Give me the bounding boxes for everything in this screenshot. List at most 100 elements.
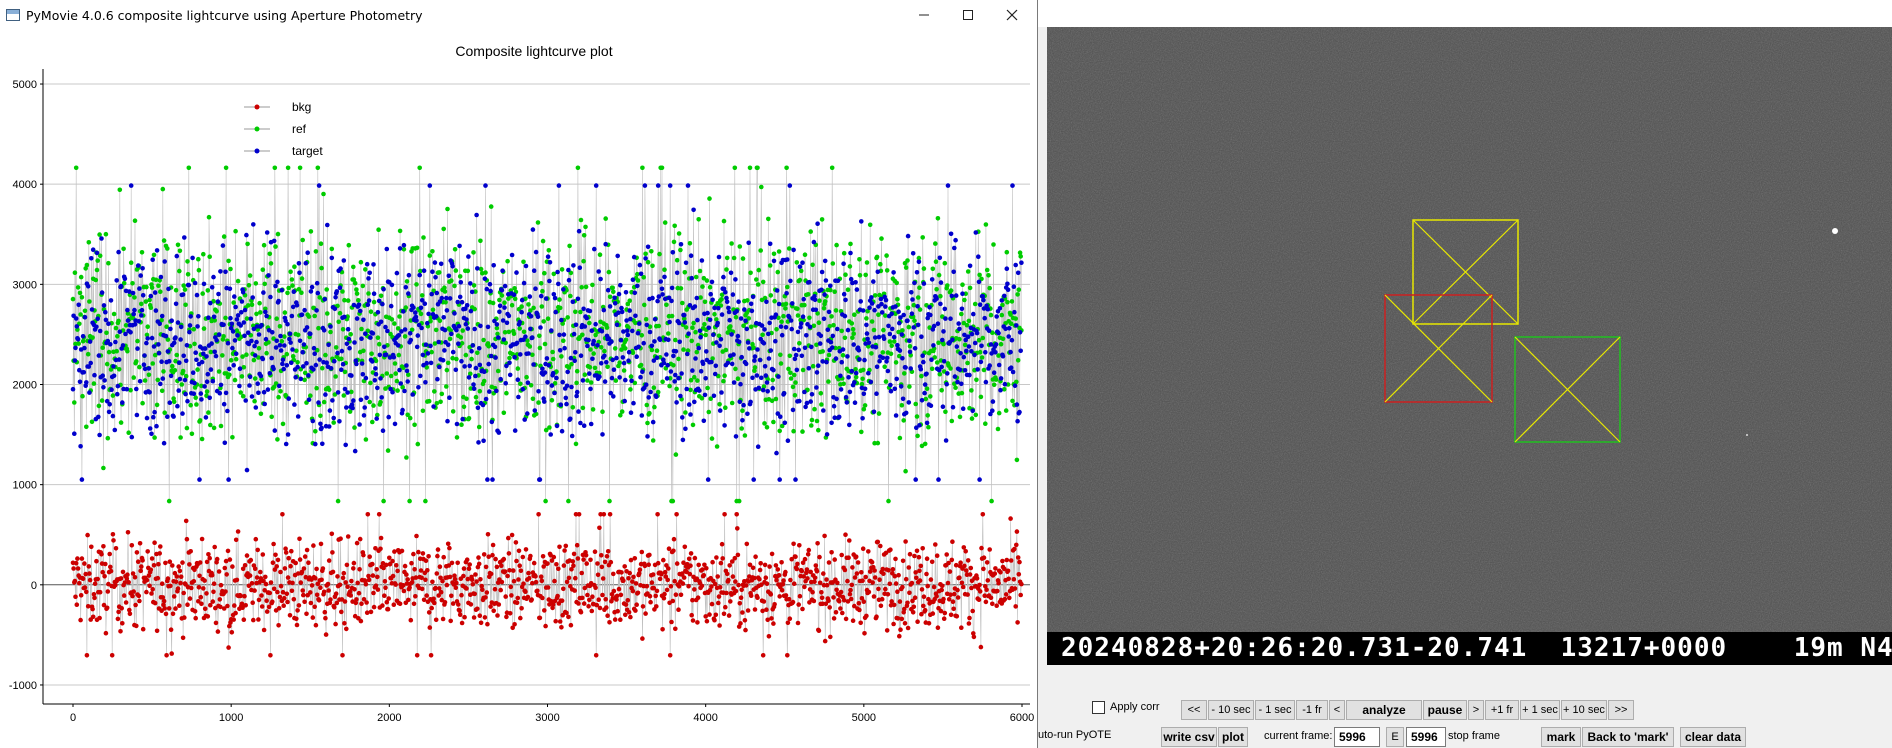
data-point — [831, 595, 836, 600]
data-point — [773, 338, 778, 344]
data-point — [590, 594, 595, 599]
data-point — [864, 316, 869, 321]
maximize-button[interactable] — [946, 0, 990, 31]
data-point — [324, 287, 330, 292]
plus-1-frame-button[interactable]: +1 fr — [1485, 700, 1519, 720]
pause-button[interactable]: pause — [1423, 700, 1467, 720]
data-point — [871, 409, 877, 415]
first-frame-button[interactable]: << — [1181, 700, 1207, 720]
data-point — [779, 588, 785, 593]
minus-10-sec-button[interactable]: - 10 sec — [1208, 700, 1254, 720]
data-point — [108, 342, 113, 347]
plus-1-sec-button[interactable]: + 1 sec — [1520, 700, 1560, 720]
data-point — [846, 375, 851, 380]
data-point — [103, 317, 109, 323]
data-point — [768, 348, 774, 353]
data-point — [778, 324, 784, 329]
data-point — [893, 413, 899, 418]
data-point — [786, 596, 792, 602]
back-to-mark-button[interactable]: Back to 'mark' — [1582, 727, 1674, 747]
data-point — [935, 216, 941, 221]
apply-corr-checkbox[interactable] — [1092, 701, 1105, 714]
data-point — [264, 598, 269, 603]
minimize-button[interactable] — [902, 0, 946, 31]
data-point — [162, 259, 167, 264]
write-csv-button[interactable]: write csv — [1161, 727, 1217, 747]
auto-run-pyote-label[interactable]: uto-run PyOTE — [1038, 729, 1111, 741]
data-point — [523, 263, 529, 269]
data-point — [256, 597, 262, 603]
data-point — [966, 621, 972, 626]
data-point — [216, 291, 221, 297]
data-point — [757, 576, 762, 582]
plot-button[interactable]: plot — [1218, 727, 1248, 747]
data-point — [435, 547, 441, 552]
current-frame-field[interactable]: 5996 — [1334, 727, 1380, 747]
data-point — [540, 595, 545, 601]
stop-frame-field[interactable]: 5996 — [1406, 727, 1446, 747]
data-point — [945, 183, 951, 188]
data-point — [753, 554, 758, 559]
close-button[interactable] — [990, 0, 1034, 31]
data-point — [432, 600, 437, 606]
e-button[interactable]: E — [1386, 727, 1404, 747]
data-point — [196, 585, 202, 590]
prev-button[interactable]: < — [1329, 700, 1345, 720]
data-point — [686, 402, 692, 407]
last-frame-button[interactable]: >> — [1608, 700, 1634, 720]
lightcurve-plot[interactable]: Composite lightcurve plot -1000010002000… — [0, 31, 1037, 748]
data-point — [329, 531, 335, 537]
data-point — [797, 398, 802, 404]
data-point — [104, 361, 110, 367]
data-point — [900, 558, 906, 564]
data-point — [681, 312, 687, 318]
data-point — [276, 623, 281, 628]
data-point — [118, 629, 123, 634]
data-point — [97, 589, 103, 595]
data-point — [561, 287, 566, 292]
data-point — [1004, 249, 1010, 255]
data-point — [111, 311, 117, 317]
data-point — [506, 535, 511, 541]
data-point — [177, 568, 183, 574]
data-point — [891, 270, 896, 275]
data-point — [291, 289, 297, 295]
data-point — [195, 367, 200, 372]
data-point — [952, 245, 957, 251]
clear-data-button[interactable]: clear data — [1680, 727, 1746, 747]
data-point — [499, 288, 505, 293]
data-point — [231, 363, 236, 368]
data-point — [939, 587, 944, 593]
y-tick-label: 2000 — [13, 379, 37, 391]
data-point — [938, 293, 943, 299]
data-point — [430, 249, 435, 254]
analyze-button[interactable]: analyze — [1346, 700, 1422, 720]
data-point — [899, 403, 905, 408]
minus-1-frame-button[interactable]: -1 fr — [1296, 700, 1328, 720]
data-point — [646, 562, 651, 567]
data-point — [739, 587, 744, 593]
video-frame[interactable]: 20240828+20:26:20.731-20.741 13217+0000 … — [1047, 27, 1892, 665]
y-tick-label: 0 — [31, 580, 37, 592]
data-point — [880, 350, 886, 355]
data-point — [131, 375, 136, 380]
title-bar[interactable]: PyMovie 4.0.6 composite lightcurve using… — [0, 0, 1037, 31]
data-point — [116, 357, 122, 362]
data-point — [791, 372, 797, 378]
data-point — [233, 228, 238, 234]
data-point — [918, 366, 924, 372]
data-point — [935, 625, 941, 630]
data-point — [785, 438, 791, 444]
data-point — [234, 577, 240, 583]
data-point — [628, 374, 634, 379]
data-point — [944, 552, 949, 557]
data-point — [688, 551, 694, 556]
data-point — [640, 369, 645, 375]
mark-button[interactable]: mark — [1541, 727, 1581, 747]
plus-10-sec-button[interactable]: + 10 sec — [1561, 700, 1607, 720]
data-point — [466, 566, 472, 571]
data-point — [786, 366, 791, 372]
minus-1-sec-button[interactable]: - 1 sec — [1255, 700, 1295, 720]
next-button[interactable]: > — [1468, 700, 1484, 720]
data-point — [188, 402, 193, 408]
